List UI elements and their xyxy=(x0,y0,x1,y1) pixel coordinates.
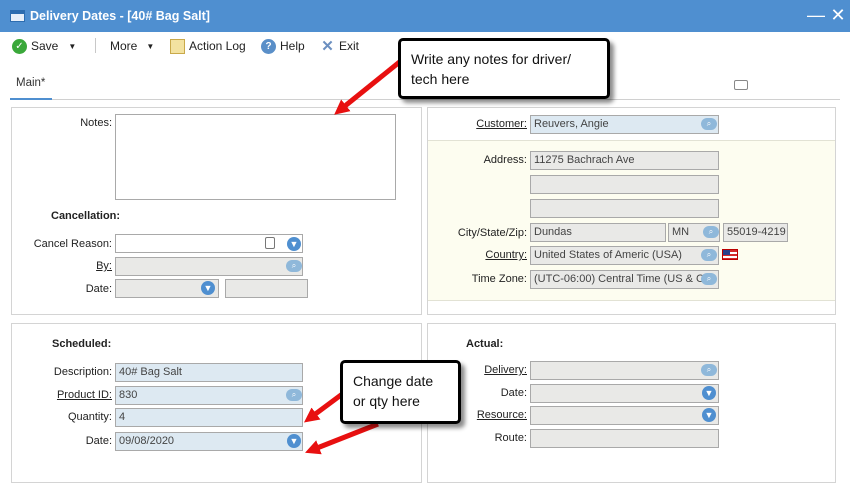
date-arrow xyxy=(305,421,379,455)
notes-arrow xyxy=(334,58,404,115)
change-date-qty-callout: Change date or qty here xyxy=(340,360,461,424)
notes-callout-line2: tech here xyxy=(411,71,470,87)
notes-callout: Write any notes for driver/ tech here xyxy=(398,38,610,99)
notes-callout-line1: Write any notes for driver/ xyxy=(411,51,572,67)
change-callout-line1: Change date xyxy=(353,373,434,389)
change-callout-line2: or qty here xyxy=(353,393,420,409)
